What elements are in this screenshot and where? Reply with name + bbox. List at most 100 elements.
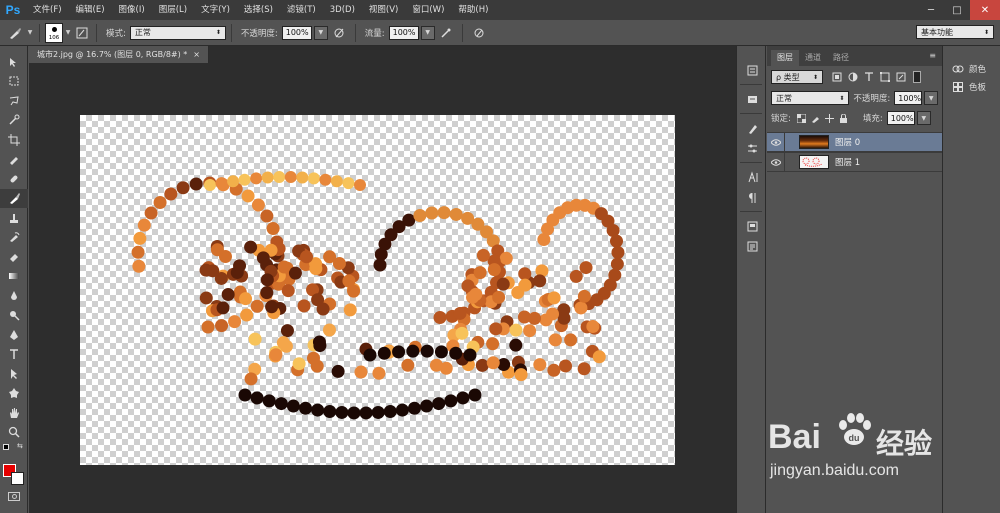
mode-dropdown[interactable]: 正常 ⬍	[129, 25, 226, 40]
tab-layers[interactable]: 图层	[771, 50, 799, 66]
actions-icon[interactable]	[737, 89, 767, 109]
healing-tool[interactable]	[0, 169, 28, 189]
close-tab-icon[interactable]: ×	[193, 50, 200, 59]
filter-adjustment-icon[interactable]	[845, 72, 861, 82]
type-tool[interactable]	[0, 345, 28, 365]
dodge-tool[interactable]	[0, 306, 28, 326]
paint-dot	[322, 323, 336, 337]
eraser-tool[interactable]	[0, 247, 28, 267]
menu-select[interactable]: 选择(S)	[237, 0, 280, 20]
zoom-tool[interactable]	[0, 423, 28, 443]
eyedropper-tool[interactable]	[0, 150, 28, 170]
lock-position-icon[interactable]	[823, 113, 837, 123]
layer-row[interactable]: 图层 1	[767, 152, 942, 172]
pressure-size-icon[interactable]	[468, 27, 490, 39]
opacity-input[interactable]: 100%	[281, 25, 312, 40]
flow-dropdown-button[interactable]: ▼	[420, 25, 435, 40]
paint-dot	[406, 344, 420, 358]
menu-type[interactable]: 文字(Y)	[194, 0, 237, 20]
menu-view[interactable]: 视图(V)	[362, 0, 405, 20]
chevron-down-icon[interactable]: ▼	[63, 29, 73, 36]
pressure-opacity-icon[interactable]	[328, 27, 350, 39]
opacity-label: 不透明度:	[240, 28, 278, 39]
filter-pixel-icon[interactable]	[829, 72, 845, 82]
paint-dot	[262, 394, 276, 408]
move-tool[interactable]	[0, 52, 28, 72]
document-tab[interactable]: 城市2.jpg @ 16.7% (图层 0, RGB/8#) * ×	[29, 46, 209, 63]
character-icon[interactable]	[737, 167, 767, 187]
paragraph-icon[interactable]	[737, 187, 767, 207]
separator	[740, 113, 762, 114]
canvas[interactable]	[80, 115, 675, 465]
menu-edit[interactable]: 编辑(E)	[69, 0, 112, 20]
quick-mask-icon[interactable]	[8, 492, 20, 501]
fill-dropdown[interactable]: ▼	[916, 111, 931, 125]
menu-image[interactable]: 图像(I)	[112, 0, 152, 20]
lock-image-icon[interactable]	[809, 114, 823, 123]
blur-tool[interactable]	[0, 286, 28, 306]
layer-opacity-input[interactable]: 100%	[894, 91, 923, 105]
flow-input[interactable]: 100%	[388, 25, 419, 40]
lock-all-icon[interactable]	[837, 113, 851, 123]
paint-dot	[215, 319, 229, 333]
layer-row[interactable]: 图层 0	[767, 132, 942, 152]
brush-presets-icon[interactable]	[737, 118, 767, 138]
opacity-dropdown-button[interactable]: ▼	[313, 25, 328, 40]
visibility-eye-icon[interactable]	[767, 152, 785, 172]
notes-icon[interactable]	[737, 236, 767, 256]
workspace-dropdown[interactable]: 基本功能 ⬍	[916, 25, 994, 39]
blend-mode-dropdown[interactable]: 正常 ⬍	[771, 91, 850, 105]
paint-dot	[557, 311, 571, 325]
layer-comps-icon[interactable]	[737, 216, 767, 236]
layer-opacity-dropdown[interactable]: ▼	[924, 91, 938, 105]
fill-input[interactable]: 100%	[886, 111, 915, 125]
tab-channels[interactable]: 通道	[799, 50, 827, 66]
default-colors-icon[interactable]	[3, 444, 9, 450]
panel-menu-icon[interactable]: ≡	[929, 51, 936, 60]
path-selection-tool[interactable]	[0, 364, 28, 384]
lock-transparent-icon[interactable]	[795, 113, 809, 123]
menu-3d[interactable]: 3D(D)	[323, 0, 362, 20]
brush-preset-picker[interactable]: 106	[45, 22, 63, 43]
brush-panel-icon[interactable]	[737, 138, 767, 158]
color-panel-button[interactable]: 颜色	[943, 60, 1000, 78]
chevron-down-icon[interactable]: ▼	[26, 29, 34, 36]
menu-window[interactable]: 窗口(W)	[405, 0, 451, 20]
tab-paths[interactable]: 路径	[827, 50, 855, 66]
paint-dot	[131, 245, 145, 259]
filter-kind-dropdown[interactable]: ρ 类型 ⬍	[771, 70, 823, 84]
background-color-swatch[interactable]	[11, 472, 24, 485]
paint-dot	[476, 248, 490, 262]
airbrush-icon[interactable]	[435, 27, 457, 39]
menu-help[interactable]: 帮助(H)	[451, 0, 495, 20]
swap-colors-icon[interactable]: ⇆	[17, 442, 23, 450]
history-icon[interactable]	[737, 60, 767, 80]
visibility-eye-icon[interactable]	[767, 132, 785, 152]
minimize-button[interactable]: ─	[918, 0, 944, 20]
lasso-tool[interactable]	[0, 91, 28, 111]
marquee-tool[interactable]	[0, 72, 28, 92]
history-brush-tool[interactable]	[0, 228, 28, 248]
crop-tool[interactable]	[0, 130, 28, 150]
gradient-tool[interactable]	[0, 267, 28, 287]
paint-dot	[392, 345, 406, 359]
close-button[interactable]: ✕	[970, 0, 1000, 20]
filter-type-icon[interactable]	[861, 72, 877, 82]
swatches-panel-button[interactable]: 色板	[943, 78, 1000, 96]
menu-file[interactable]: 文件(F)	[26, 0, 69, 20]
filter-toggle-icon[interactable]	[913, 71, 921, 83]
filter-smart-object-icon[interactable]	[893, 72, 909, 82]
brush-tool[interactable]	[0, 188, 28, 208]
pen-tool[interactable]	[0, 325, 28, 345]
filter-shape-icon[interactable]	[877, 72, 893, 82]
menu-layer[interactable]: 图层(L)	[152, 0, 194, 20]
brush-panel-toggle-icon[interactable]	[73, 27, 91, 39]
bandage-icon	[10, 175, 18, 183]
quick-selection-tool[interactable]	[0, 111, 28, 131]
hand-tool[interactable]	[0, 403, 28, 423]
maximize-button[interactable]: □	[944, 0, 970, 20]
brush-tool-icon[interactable]	[4, 23, 26, 43]
clone-stamp-tool[interactable]	[0, 208, 28, 228]
menu-filter[interactable]: 滤镜(T)	[280, 0, 323, 20]
shape-tool[interactable]	[0, 384, 28, 404]
